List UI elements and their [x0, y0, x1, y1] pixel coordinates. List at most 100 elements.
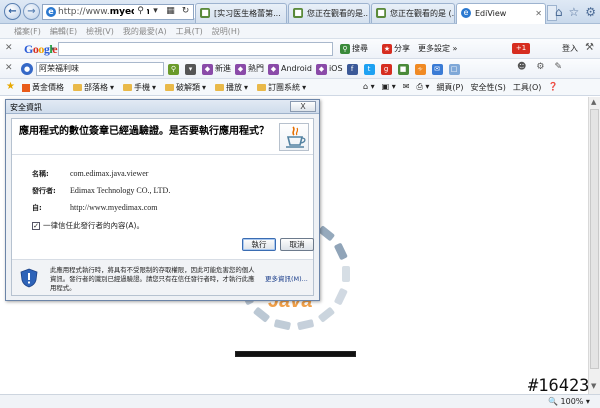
- dropdown-icon[interactable]: ▾: [185, 63, 196, 75]
- spinner-segment: [318, 226, 335, 241]
- app-name-value: com.edimax.java.viewer: [70, 169, 149, 178]
- chevron-down-icon[interactable]: ▾: [51, 45, 55, 53]
- fav-crack[interactable]: 破解類 ▾: [165, 82, 206, 93]
- spinner-segment: [334, 288, 348, 305]
- tab-3[interactable]: ■ 您正在觀看的是 (...: [371, 3, 455, 23]
- menu-favorites[interactable]: 我的最愛(A): [123, 26, 167, 37]
- fav-blog[interactable]: 部落格 ▾: [73, 82, 114, 93]
- feed-icon[interactable]: ▣ ▾: [382, 82, 396, 93]
- share-button[interactable]: ★ 分享: [382, 43, 410, 54]
- cancel-button[interactable]: 取消: [280, 238, 314, 251]
- page-icon[interactable]: □: [448, 63, 460, 75]
- fav-phone[interactable]: 手機 ▾: [123, 82, 156, 93]
- search-go-icon[interactable]: ⚲: [168, 63, 179, 75]
- logo-letter: G: [24, 42, 33, 56]
- user-icon[interactable]: ☻: [517, 62, 526, 72]
- scroll-thumb[interactable]: [590, 109, 599, 369]
- page-icon: ■: [293, 8, 303, 18]
- app-icon[interactable]: ■: [397, 63, 409, 75]
- gear-icon[interactable]: ⚙: [585, 5, 596, 19]
- page-icon: ■: [376, 8, 386, 18]
- help-icon[interactable]: ❓: [548, 82, 558, 93]
- menu-help[interactable]: 說明(H): [212, 26, 240, 37]
- menu-file[interactable]: 檔案(F): [14, 26, 41, 37]
- share-icon: ★: [382, 43, 392, 54]
- fav-order[interactable]: 訂團系統 ▾: [257, 82, 306, 93]
- vertical-scrollbar[interactable]: ▲ ▼: [588, 97, 600, 394]
- trust-label: 一律信任此發行者的內容(A)。: [43, 221, 144, 230]
- link-ios[interactable]: ◆ iOS: [315, 63, 343, 75]
- mail-icon[interactable]: ✉: [403, 82, 410, 93]
- more-info-link[interactable]: 更多資訊(M)...: [265, 273, 308, 283]
- link-ios-label: iOS: [328, 63, 343, 73]
- scroll-up-icon[interactable]: ▲: [591, 98, 596, 106]
- tab-1-label: [实习医生格蕾第...: [214, 9, 281, 18]
- forward-button[interactable]: →: [23, 3, 40, 20]
- close-tab-icon[interactable]: ✕: [535, 4, 542, 23]
- dialog-heading: 應用程式的數位簽章已經過驗證。是否要執行應用程式？: [19, 126, 269, 137]
- tab-2[interactable]: ■ 您正在觀看的是...: [288, 3, 370, 23]
- login-button[interactable]: 登入: [562, 43, 578, 54]
- more-settings-button[interactable]: 更多設定 »: [418, 43, 457, 54]
- gplus-button[interactable]: +1: [512, 43, 530, 54]
- toolbar-search-input[interactable]: 阿荣福利味: [36, 62, 164, 76]
- back-button[interactable]: ←: [4, 3, 21, 20]
- from-label: 自:: [32, 204, 42, 212]
- pin-icon[interactable]: ✎: [554, 62, 562, 72]
- toolbar-logo-icon: ●: [21, 63, 33, 75]
- dropdown-icon[interactable]: ▾: [149, 5, 162, 18]
- folder-icon: [215, 84, 225, 91]
- twitter-icon[interactable]: t: [363, 63, 375, 75]
- tab-1[interactable]: ■ [实习医生格蕾第...: [195, 3, 287, 23]
- link-hot-label: 熱門: [248, 64, 264, 73]
- tab-ediview[interactable]: e EdiView ✕: [456, 3, 546, 24]
- spinner-segment: [274, 319, 291, 330]
- fav-gold-price[interactable]: 黃金價格: [22, 82, 64, 93]
- run-button[interactable]: 執行: [242, 238, 276, 251]
- mail-icon[interactable]: ✉: [431, 63, 443, 75]
- compat-icon[interactable]: ▦: [164, 5, 177, 18]
- home-icon[interactable]: ⌂ ▾: [363, 82, 375, 93]
- toolbar-right: ☻ ⚙ ✎: [517, 62, 562, 72]
- close-toolbar-icon[interactable]: ✕: [5, 63, 13, 73]
- toolbar-search-value: 阿荣福利味: [39, 64, 79, 73]
- favorites-star-icon[interactable]: ☆: [568, 5, 579, 19]
- fav-label: 破解類: [176, 83, 201, 92]
- spinner-segment: [318, 307, 335, 322]
- tab-4-label: EdiView: [475, 9, 507, 18]
- menu-page[interactable]: 網頁(P): [436, 82, 463, 93]
- refresh-icon[interactable]: ↻: [179, 5, 192, 18]
- checkbox-checked-icon[interactable]: ✓: [32, 221, 40, 230]
- security-dialog: 安全資訊 X 應用程式的數位簽章已經過驗證。是否要執行應用程式？ 名稱: com.…: [5, 99, 320, 301]
- scroll-down-icon[interactable]: ▼: [591, 382, 596, 390]
- dialog-close-button[interactable]: X: [290, 101, 316, 112]
- print-icon[interactable]: ⎙ ▾: [416, 82, 429, 93]
- search-icon[interactable]: ⚲: [134, 5, 147, 18]
- tab-2-label: 您正在觀看的是...: [307, 9, 370, 18]
- link-new[interactable]: ◆ 新進: [202, 63, 231, 75]
- menu-edit[interactable]: 編輯(E): [50, 26, 77, 37]
- gplus-icon[interactable]: g: [380, 63, 392, 75]
- menu-tools2[interactable]: 工具(O): [513, 82, 542, 93]
- favorites-star-icon[interactable]: ★: [6, 81, 15, 92]
- facebook-icon[interactable]: f: [346, 63, 358, 75]
- zoom-level[interactable]: 🔍 100% ▾: [548, 397, 590, 406]
- app-name-row: 名稱: com.edimax.java.viewer: [32, 169, 148, 179]
- menu-safety[interactable]: 安全性(S): [471, 82, 506, 93]
- home-icon[interactable]: ⌂: [555, 5, 563, 19]
- dialog-body: 應用程式的數位簽章已經過驗證。是否要執行應用程式？ 名稱: com.edimax.…: [11, 118, 314, 296]
- google-search-button[interactable]: ⚲ 搜尋: [340, 43, 368, 54]
- fav-play[interactable]: 播放 ▾: [215, 82, 248, 93]
- gear-icon[interactable]: ⚙: [536, 62, 544, 72]
- rss-icon[interactable]: ∻: [414, 63, 426, 75]
- google-search-input[interactable]: [58, 42, 333, 56]
- folder-icon: [73, 84, 82, 91]
- wrench-icon[interactable]: ⚒: [585, 42, 594, 53]
- trust-publisher-checkbox[interactable]: ✓ 一律信任此發行者的內容(A)。: [32, 220, 144, 231]
- dialog-title-bar[interactable]: 安全資訊 X: [6, 100, 319, 114]
- link-android[interactable]: ◆ Android: [268, 63, 312, 75]
- close-toolbar-icon[interactable]: ✕: [5, 43, 13, 53]
- menu-tools[interactable]: 工具(T): [176, 26, 203, 37]
- menu-view[interactable]: 檢視(V): [86, 26, 114, 37]
- link-hot[interactable]: ◆ 熱門: [235, 63, 264, 75]
